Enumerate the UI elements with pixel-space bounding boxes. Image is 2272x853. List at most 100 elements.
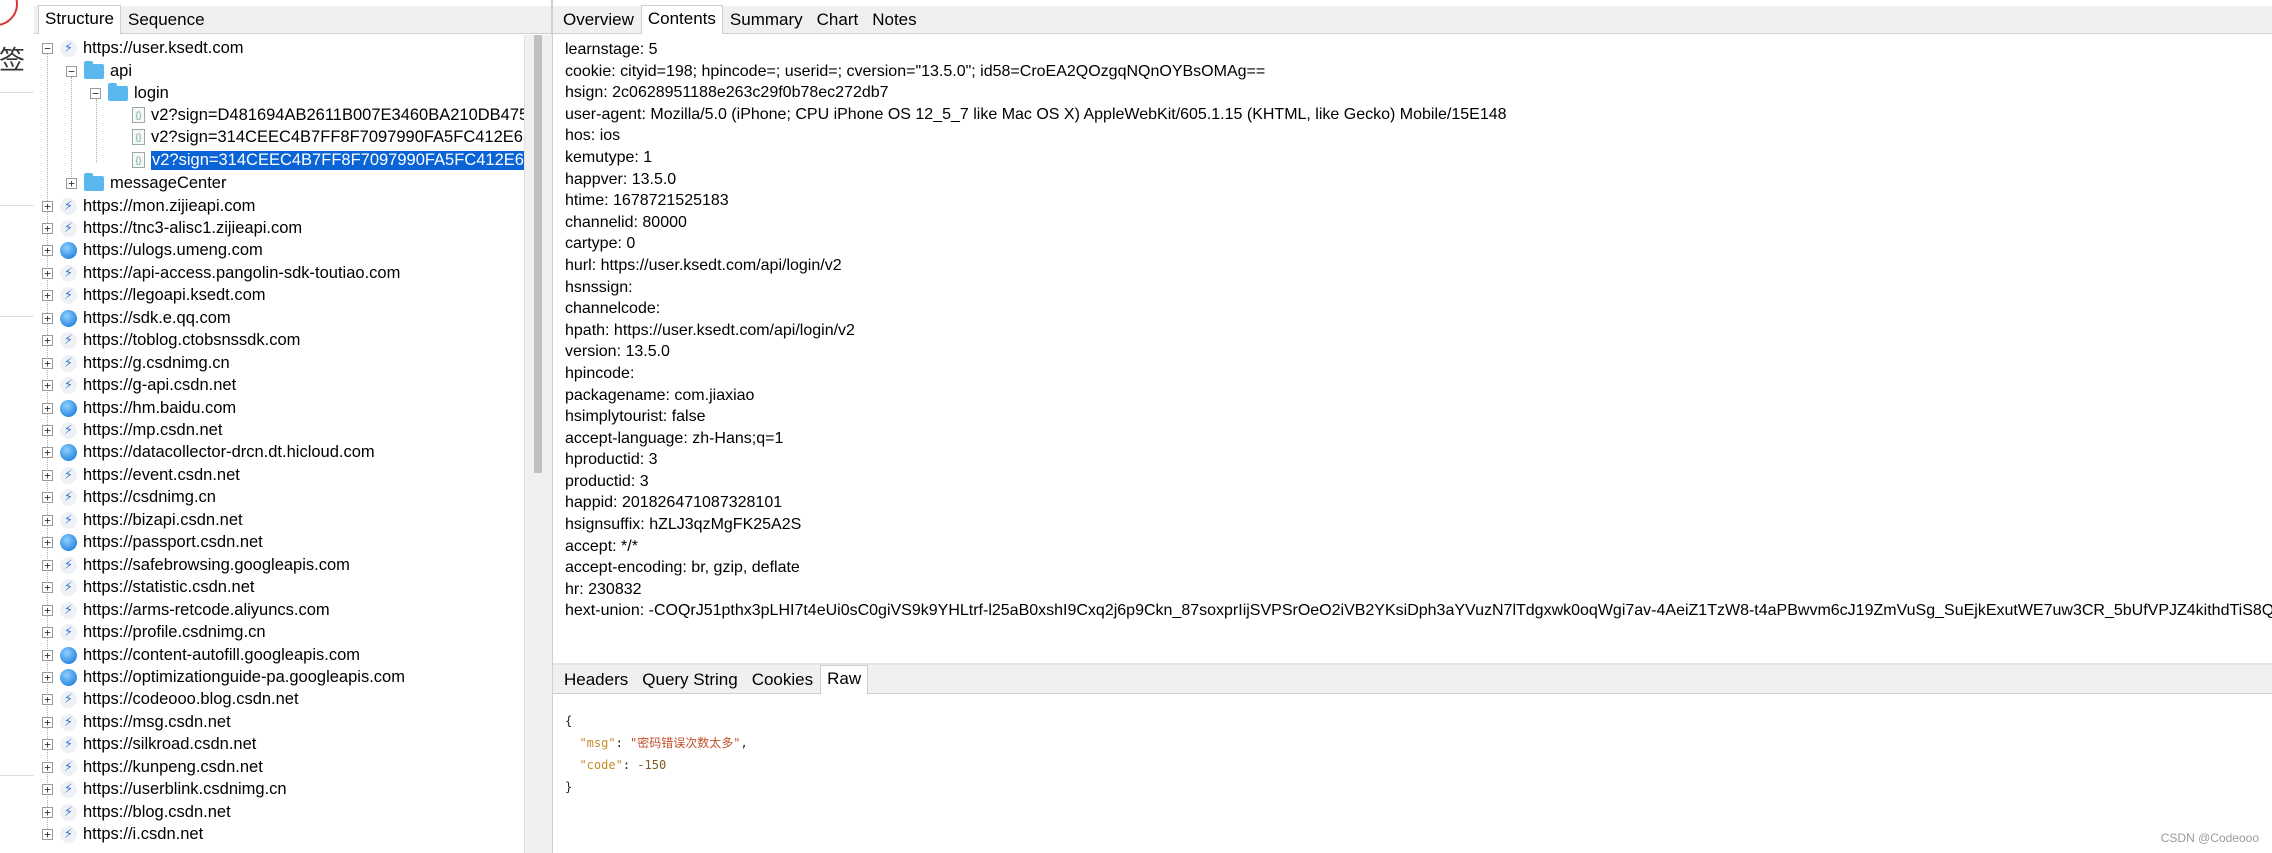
- tree-node-host[interactable]: + https://optimizationguide-pa.googleapis…: [42, 666, 405, 688]
- expand-icon[interactable]: +: [42, 784, 53, 796]
- tree-node-host[interactable]: + ⚡ https://event.csdn.net: [42, 464, 240, 486]
- host-tree: − ⚡ https://user.ksedt.com − api − login…: [34, 35, 524, 853]
- left-tab-strip: Structure Sequence: [34, 5, 551, 34]
- tree-node-host[interactable]: + https://datacollector-drcn.dt.hicloud.c…: [42, 442, 375, 464]
- expand-icon[interactable]: +: [42, 671, 53, 683]
- tab-notes[interactable]: Notes: [865, 6, 924, 33]
- expand-icon[interactable]: +: [42, 739, 53, 751]
- expand-icon[interactable]: +: [42, 380, 53, 392]
- tree-node-host[interactable]: + ⚡ https://tnc3-alisc1.zijieapi.com: [42, 217, 302, 239]
- expand-icon[interactable]: +: [42, 649, 53, 661]
- header-line: happid: 201826471087328101: [565, 494, 783, 512]
- header-line: learnstage: 5: [565, 41, 658, 58]
- tree-node-host[interactable]: + https://content-autofill.googleapis.com: [42, 644, 360, 666]
- request-tab-strip: Overview Contents Summary Chart Notes: [553, 5, 2272, 34]
- expand-icon[interactable]: +: [42, 425, 53, 436]
- tree-node-label: https://blog.csdn.net: [83, 802, 231, 821]
- bolt-icon: ⚡: [60, 332, 77, 350]
- collapse-icon[interactable]: −: [42, 42, 53, 54]
- tree-node-host[interactable]: + ⚡ https://codeooo.blog.csdn.net: [42, 689, 299, 711]
- tree-node-host[interactable]: + ⚡ https://profile.csdnimg.cn: [42, 622, 266, 644]
- expand-icon[interactable]: +: [42, 829, 53, 841]
- tab-sequence[interactable]: Sequence: [120, 6, 212, 33]
- collapse-icon[interactable]: −: [90, 87, 101, 99]
- collapse-icon[interactable]: −: [66, 65, 77, 77]
- expand-icon[interactable]: +: [42, 402, 53, 414]
- tab-raw[interactable]: Raw: [820, 665, 869, 694]
- tree-node-request[interactable]: {} v2?sign=314CEEC4B7FF8F7097990FA5FC412…: [132, 126, 524, 148]
- expand-icon[interactable]: +: [42, 222, 53, 234]
- expand-icon[interactable]: +: [42, 469, 53, 481]
- tree-node-host[interactable]: + ⚡ https://mon.zijieapi.com: [42, 195, 255, 217]
- tree-node-host[interactable]: + ⚡ https://arms-retcode.aliyuncs.com: [42, 599, 330, 621]
- request-headers-text[interactable]: learnstage: 5 cookie: cityid=198; hpincod…: [565, 39, 2272, 661]
- tab-structure[interactable]: Structure: [38, 5, 121, 34]
- tree-node-host[interactable]: + ⚡ https://mp.csdn.net: [42, 420, 222, 442]
- header-line: hr: 230832: [565, 580, 642, 598]
- expand-icon[interactable]: +: [66, 177, 77, 189]
- tree-guide-line: [96, 99, 97, 163]
- tree-node-host[interactable]: + ⚡ https://bizapi.csdn.net: [42, 509, 243, 531]
- expand-icon[interactable]: +: [42, 806, 53, 818]
- response-raw-json[interactable]: { "msg": "密码错误次数太多", "code": -150 }: [565, 710, 1965, 850]
- expand-icon[interactable]: +: [42, 290, 53, 302]
- expand-icon[interactable]: +: [42, 559, 53, 571]
- tree-node-label: https://api-access.pangolin-sdk-toutiao.…: [83, 263, 401, 282]
- bolt-icon: ⚡: [60, 803, 77, 821]
- file-icon: {}: [132, 152, 145, 168]
- tree-node-host[interactable]: + ⚡ https://blog.csdn.net: [42, 801, 231, 823]
- json-line-code: "code": -150: [579, 758, 667, 772]
- expand-icon[interactable]: +: [42, 694, 53, 706]
- tab-query-string[interactable]: Query String: [635, 666, 745, 693]
- tree-node-host[interactable]: + ⚡ https://i.csdn.net: [42, 824, 203, 846]
- expand-icon[interactable]: +: [42, 716, 53, 728]
- tab-overview[interactable]: Overview: [556, 6, 641, 33]
- scrollbar-thumb[interactable]: [534, 35, 542, 473]
- tree-node-messagecenter[interactable]: + messageCenter: [66, 172, 226, 194]
- tree-node-host[interactable]: + ⚡ https://toblog.ctobsnssdk.com: [42, 330, 300, 352]
- tree-node-host[interactable]: + ⚡ https://legoapi.ksedt.com: [42, 285, 266, 307]
- tree-node-host[interactable]: + ⚡ https://g-api.csdn.net: [42, 375, 236, 397]
- tree-node-request[interactable]: {} v2?sign=D481694AB2611B007E3460BA210DB…: [132, 104, 524, 126]
- tab-contents[interactable]: Contents: [640, 5, 723, 34]
- tab-chart[interactable]: Chart: [809, 6, 866, 33]
- tree-node-request-selected[interactable]: {} v2?sign=314CEEC4B7FF8F7097990FA5FC412…: [132, 149, 524, 171]
- tree-node-host[interactable]: + https://sdk.e.qq.com: [42, 307, 231, 329]
- tab-summary[interactable]: Summary: [722, 6, 810, 33]
- expand-icon[interactable]: +: [42, 582, 53, 594]
- expand-icon[interactable]: +: [42, 492, 53, 504]
- expand-icon[interactable]: +: [42, 357, 53, 369]
- tree-node-host[interactable]: + https://passport.csdn.net: [42, 532, 263, 554]
- tree-node-host[interactable]: + ⚡ https://statistic.csdn.net: [42, 577, 255, 599]
- tree-node-host[interactable]: + ⚡ https://msg.csdn.net: [42, 711, 231, 733]
- tree-node-login[interactable]: − login: [90, 82, 169, 104]
- expand-icon[interactable]: +: [42, 200, 53, 212]
- tree-node-host[interactable]: + ⚡ https://safebrowsing.googleapis.com: [42, 554, 350, 576]
- expand-icon[interactable]: +: [42, 447, 53, 459]
- tab-cookies[interactable]: Cookies: [744, 666, 821, 693]
- tree-node-api[interactable]: − api: [66, 60, 132, 82]
- tree-node-host[interactable]: + https://ulogs.umeng.com: [42, 240, 263, 262]
- tree-node-host[interactable]: + ⚡ https://kunpeng.csdn.net: [42, 756, 263, 778]
- tree-node-root[interactable]: − ⚡ https://user.ksedt.com: [42, 37, 244, 59]
- expand-icon[interactable]: +: [42, 514, 53, 526]
- expand-icon[interactable]: +: [42, 267, 53, 279]
- tree-node-host[interactable]: + ⚡ https://api-access.pangolin-sdk-toutia…: [42, 262, 400, 284]
- expand-icon[interactable]: +: [42, 627, 53, 639]
- expand-icon[interactable]: +: [42, 604, 53, 616]
- tree-node-host[interactable]: + ⚡ https://silkroad.csdn.net: [42, 734, 256, 756]
- expand-icon[interactable]: +: [42, 761, 53, 773]
- tree-node-host[interactable]: + https://hm.baidu.com: [42, 397, 236, 419]
- tree-node-label: https://legoapi.ksedt.com: [83, 286, 266, 305]
- expand-icon[interactable]: +: [42, 335, 53, 347]
- json-close-brace: }: [565, 780, 573, 794]
- tree-node-host[interactable]: + ⚡ https://g.csdnimg.cn: [42, 352, 230, 374]
- expand-icon[interactable]: +: [42, 312, 53, 324]
- expand-icon[interactable]: +: [42, 245, 53, 257]
- expand-icon[interactable]: +: [42, 537, 53, 549]
- tree-node-host[interactable]: + ⚡ https://userblink.csdnimg.cn: [42, 779, 287, 801]
- tab-headers[interactable]: Headers: [557, 666, 636, 693]
- tree-scrollbar[interactable]: [524, 35, 552, 853]
- watermark: CSDN @Codeooo: [2160, 831, 2259, 845]
- tree-node-host[interactable]: + ⚡ https://csdnimg.cn: [42, 487, 216, 509]
